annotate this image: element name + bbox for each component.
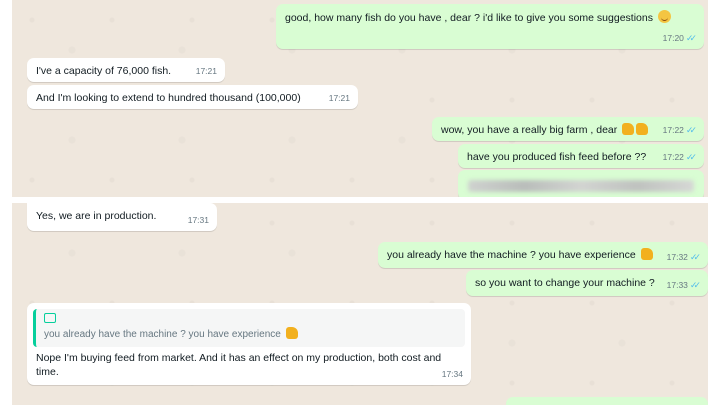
message-outgoing-redacted[interactable] (458, 170, 704, 197)
thumbs-up-icon (285, 327, 298, 339)
message-meta: 17:22 ✓✓ (662, 150, 697, 164)
thumbs-up-icon (636, 123, 649, 135)
chat-panel-1: good, how many fish do you have , dear ?… (12, 0, 708, 197)
read-receipt-icon: ✓✓ (685, 125, 697, 135)
message-text: so you want to change your machine ? (475, 277, 655, 289)
message-outgoing-partial[interactable] (506, 397, 708, 405)
thumbs-up-icon (640, 248, 653, 260)
message-text: you already have the machine ? you have … (387, 249, 636, 261)
message-meta: 17:21 (329, 91, 350, 105)
message-time: 17:21 (195, 66, 217, 76)
message-text: have you produced fish feed before ?? (467, 151, 647, 163)
message-meta: 17:22 ✓✓ (662, 123, 697, 137)
message-time: 17:22 (662, 152, 684, 162)
reply-icon (44, 313, 56, 323)
message-text: Nope I'm buying feed from market. And it… (36, 352, 442, 378)
message-time: 17:31 (187, 215, 209, 225)
message-text: good, how many fish do you have , dear ?… (285, 12, 653, 24)
message-meta: 17:34 (442, 367, 463, 381)
chat-panel-2: Yes, we are in production. 17:31 you alr… (12, 203, 708, 405)
read-receipt-icon: ✓✓ (689, 280, 701, 290)
smiling-face-icon (657, 10, 671, 23)
message-time: 17:34 (441, 369, 463, 379)
message-meta: 17:31 (188, 213, 209, 227)
message-outgoing[interactable]: have you produced fish feed before ?? 17… (458, 144, 704, 168)
message-text: wow, you have a really big farm , dear (441, 124, 618, 136)
read-receipt-icon: ✓✓ (685, 33, 697, 43)
read-receipt-icon: ✓✓ (689, 252, 701, 262)
message-meta: 17:33 ✓✓ (666, 278, 701, 292)
message-text: I've a capacity of 76,000 fish. (36, 65, 172, 77)
message-time: 17:22 (662, 125, 684, 135)
message-meta: 17:32 ✓✓ (666, 250, 701, 264)
message-outgoing[interactable]: good, how many fish do you have , dear ?… (276, 4, 704, 49)
message-outgoing[interactable]: wow, you have a really big farm , dear 1… (432, 117, 704, 141)
message-text: Yes, we are in production. (36, 210, 157, 222)
message-outgoing[interactable]: so you want to change your machine ? 17:… (466, 270, 708, 296)
message-time: 17:33 (666, 280, 688, 290)
message-time: 17:32 (666, 252, 688, 262)
redacted-content (468, 180, 694, 192)
read-receipt-icon: ✓✓ (685, 152, 697, 162)
quoted-message[interactable]: you already have the machine ? you have … (33, 309, 465, 347)
message-incoming-reply[interactable]: you already have the machine ? you have … (27, 303, 471, 385)
message-incoming[interactable]: Yes, we are in production. 17:31 (27, 203, 217, 231)
message-incoming[interactable]: I've a capacity of 76,000 fish. 17:21 (27, 58, 225, 82)
message-meta: 17:21 (196, 64, 217, 78)
message-incoming[interactable]: And I'm looking to extend to hundred tho… (27, 85, 358, 109)
message-time: 17:21 (328, 93, 350, 103)
quoted-text: you already have the machine ? you have … (44, 329, 281, 340)
thumbs-up-icon (622, 123, 635, 135)
message-body: Nope I'm buying feed from market. And it… (36, 351, 462, 379)
message-meta: 17:20 ✓✓ (662, 31, 697, 45)
message-time: 17:20 (662, 33, 684, 43)
message-text: And I'm looking to extend to hundred tho… (36, 92, 301, 104)
message-outgoing[interactable]: you already have the machine ? you have … (378, 242, 708, 268)
